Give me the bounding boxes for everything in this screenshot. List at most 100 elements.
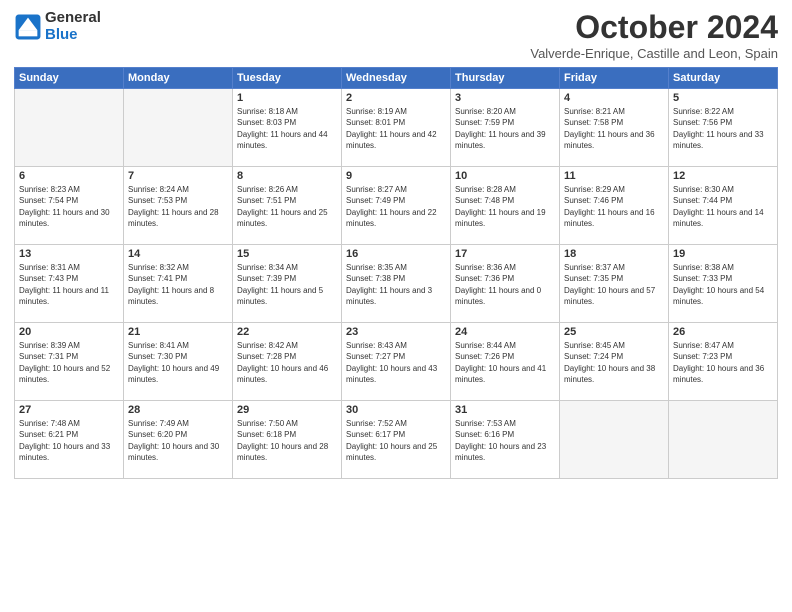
weekday-header: Sunday [15, 68, 124, 89]
day-number: 29 [237, 404, 337, 416]
day-info: Sunrise: 8:27 AMSunset: 7:49 PMDaylight:… [346, 184, 446, 229]
calendar-week-row: 1Sunrise: 8:18 AMSunset: 8:03 PMDaylight… [15, 89, 778, 167]
day-number: 9 [346, 170, 446, 182]
calendar-cell: 11 Sunrise: 8:29 AMSunset: 7:46 PMDayligh… [560, 167, 669, 245]
day-number: 18 [564, 248, 664, 260]
day-info: Sunrise: 8:35 AMSunset: 7:38 PMDaylight:… [346, 262, 446, 307]
day-info: Sunrise: 8:32 AMSunset: 7:41 PMDaylight:… [128, 262, 228, 307]
calendar-cell: 10 Sunrise: 8:28 AMSunset: 7:48 PMDayligh… [451, 167, 560, 245]
day-info: Sunrise: 8:39 AMSunset: 7:31 PMDaylight:… [19, 340, 119, 385]
day-number: 21 [128, 326, 228, 338]
day-number: 23 [346, 326, 446, 338]
day-info: Sunrise: 8:19 AMSunset: 8:01 PMDaylight:… [346, 106, 446, 151]
calendar-cell: 29 Sunrise: 7:50 AMSunset: 6:18 PMDayligh… [233, 401, 342, 479]
day-number: 17 [455, 248, 555, 260]
logo-general: General [45, 10, 101, 27]
day-number: 27 [19, 404, 119, 416]
calendar-cell: 14 Sunrise: 8:32 AMSunset: 7:41 PMDayligh… [124, 245, 233, 323]
day-number: 19 [673, 248, 773, 260]
day-number: 6 [19, 170, 119, 182]
day-number: 31 [455, 404, 555, 416]
day-info: Sunrise: 8:38 AMSunset: 7:33 PMDaylight:… [673, 262, 773, 307]
calendar-cell: 26 Sunrise: 8:47 AMSunset: 7:23 PMDayligh… [669, 323, 778, 401]
calendar-week-row: 20 Sunrise: 8:39 AMSunset: 7:31 PMDayligh… [15, 323, 778, 401]
day-info: Sunrise: 8:43 AMSunset: 7:27 PMDaylight:… [346, 340, 446, 385]
weekday-header: Wednesday [342, 68, 451, 89]
calendar-cell: 25 Sunrise: 8:45 AMSunset: 7:24 PMDayligh… [560, 323, 669, 401]
day-number: 22 [237, 326, 337, 338]
calendar-cell [124, 89, 233, 167]
day-number: 2 [346, 92, 446, 104]
day-info: Sunrise: 8:26 AMSunset: 7:51 PMDaylight:… [237, 184, 337, 229]
calendar-cell: 24 Sunrise: 8:44 AMSunset: 7:26 PMDayligh… [451, 323, 560, 401]
calendar-cell: 8 Sunrise: 8:26 AMSunset: 7:51 PMDaylight… [233, 167, 342, 245]
day-info: Sunrise: 8:36 AMSunset: 7:36 PMDaylight:… [455, 262, 555, 307]
calendar-cell: 31 Sunrise: 7:53 AMSunset: 6:16 PMDayligh… [451, 401, 560, 479]
day-number: 11 [564, 170, 664, 182]
weekday-header: Tuesday [233, 68, 342, 89]
day-info: Sunrise: 7:52 AMSunset: 6:17 PMDaylight:… [346, 418, 446, 463]
calendar-cell: 22Sunrise: 8:42 AMSunset: 7:28 PMDayligh… [233, 323, 342, 401]
calendar-cell: 2 Sunrise: 8:19 AMSunset: 8:01 PMDaylight… [342, 89, 451, 167]
day-number: 8 [237, 170, 337, 182]
day-info: Sunrise: 8:29 AMSunset: 7:46 PMDaylight:… [564, 184, 664, 229]
logo: General Blue [14, 10, 101, 43]
header: General Blue October 2024 Valverde-Enriq… [14, 10, 778, 61]
day-info: Sunrise: 8:31 AMSunset: 7:43 PMDaylight:… [19, 262, 119, 307]
day-number: 20 [19, 326, 119, 338]
calendar-cell: 18 Sunrise: 8:37 AMSunset: 7:35 PMDayligh… [560, 245, 669, 323]
logo-blue: Blue [45, 27, 101, 44]
day-info: Sunrise: 7:49 AMSunset: 6:20 PMDaylight:… [128, 418, 228, 463]
day-number: 30 [346, 404, 446, 416]
calendar-cell: 28Sunrise: 7:49 AMSunset: 6:20 PMDayligh… [124, 401, 233, 479]
day-number: 1 [237, 92, 337, 104]
calendar-cell: 15Sunrise: 8:34 AMSunset: 7:39 PMDayligh… [233, 245, 342, 323]
calendar-cell: 13 Sunrise: 8:31 AMSunset: 7:43 PMDayligh… [15, 245, 124, 323]
day-info: Sunrise: 8:34 AMSunset: 7:39 PMDaylight:… [237, 262, 337, 307]
day-info: Sunrise: 8:20 AMSunset: 7:59 PMDaylight:… [455, 106, 555, 151]
day-number: 13 [19, 248, 119, 260]
day-info: Sunrise: 8:44 AMSunset: 7:26 PMDaylight:… [455, 340, 555, 385]
calendar-cell: 7 Sunrise: 8:24 AMSunset: 7:53 PMDaylight… [124, 167, 233, 245]
day-info: Sunrise: 8:21 AMSunset: 7:58 PMDaylight:… [564, 106, 664, 151]
day-number: 16 [346, 248, 446, 260]
day-number: 12 [673, 170, 773, 182]
page: General Blue October 2024 Valverde-Enriq… [0, 0, 792, 612]
day-number: 7 [128, 170, 228, 182]
calendar-week-row: 27Sunrise: 7:48 AMSunset: 6:21 PMDayligh… [15, 401, 778, 479]
calendar-cell: 30 Sunrise: 7:52 AMSunset: 6:17 PMDayligh… [342, 401, 451, 479]
calendar-cell: 1Sunrise: 8:18 AMSunset: 8:03 PMDaylight… [233, 89, 342, 167]
calendar-cell: 6Sunrise: 8:23 AMSunset: 7:54 PMDaylight… [15, 167, 124, 245]
day-number: 10 [455, 170, 555, 182]
calendar-cell: 23 Sunrise: 8:43 AMSunset: 7:27 PMDayligh… [342, 323, 451, 401]
day-number: 4 [564, 92, 664, 104]
day-info: Sunrise: 8:24 AMSunset: 7:53 PMDaylight:… [128, 184, 228, 229]
calendar-cell: 17 Sunrise: 8:36 AMSunset: 7:36 PMDayligh… [451, 245, 560, 323]
day-info: Sunrise: 8:45 AMSunset: 7:24 PMDaylight:… [564, 340, 664, 385]
calendar-cell: 4 Sunrise: 8:21 AMSunset: 7:58 PMDaylight… [560, 89, 669, 167]
calendar-header-row: SundayMondayTuesdayWednesdayThursdayFrid… [15, 68, 778, 89]
day-number: 25 [564, 326, 664, 338]
weekday-header: Friday [560, 68, 669, 89]
calendar-week-row: 13 Sunrise: 8:31 AMSunset: 7:43 PMDayligh… [15, 245, 778, 323]
location: Valverde-Enrique, Castille and Leon, Spa… [530, 46, 778, 61]
day-info: Sunrise: 8:47 AMSunset: 7:23 PMDaylight:… [673, 340, 773, 385]
day-info: Sunrise: 8:41 AMSunset: 7:30 PMDaylight:… [128, 340, 228, 385]
calendar-cell: 5 Sunrise: 8:22 AMSunset: 7:56 PMDaylight… [669, 89, 778, 167]
day-number: 3 [455, 92, 555, 104]
day-info: Sunrise: 7:53 AMSunset: 6:16 PMDaylight:… [455, 418, 555, 463]
day-number: 5 [673, 92, 773, 104]
day-number: 14 [128, 248, 228, 260]
weekday-header: Thursday [451, 68, 560, 89]
calendar-table: SundayMondayTuesdayWednesdayThursdayFrid… [14, 67, 778, 479]
day-number: 26 [673, 326, 773, 338]
day-info: Sunrise: 8:22 AMSunset: 7:56 PMDaylight:… [673, 106, 773, 151]
day-info: Sunrise: 8:30 AMSunset: 7:44 PMDaylight:… [673, 184, 773, 229]
day-info: Sunrise: 7:50 AMSunset: 6:18 PMDaylight:… [237, 418, 337, 463]
calendar-cell: 27Sunrise: 7:48 AMSunset: 6:21 PMDayligh… [15, 401, 124, 479]
calendar-cell: 3 Sunrise: 8:20 AMSunset: 7:59 PMDaylight… [451, 89, 560, 167]
title-block: October 2024 Valverde-Enrique, Castille … [530, 10, 778, 61]
day-info: Sunrise: 8:28 AMSunset: 7:48 PMDaylight:… [455, 184, 555, 229]
day-info: Sunrise: 8:37 AMSunset: 7:35 PMDaylight:… [564, 262, 664, 307]
day-number: 24 [455, 326, 555, 338]
